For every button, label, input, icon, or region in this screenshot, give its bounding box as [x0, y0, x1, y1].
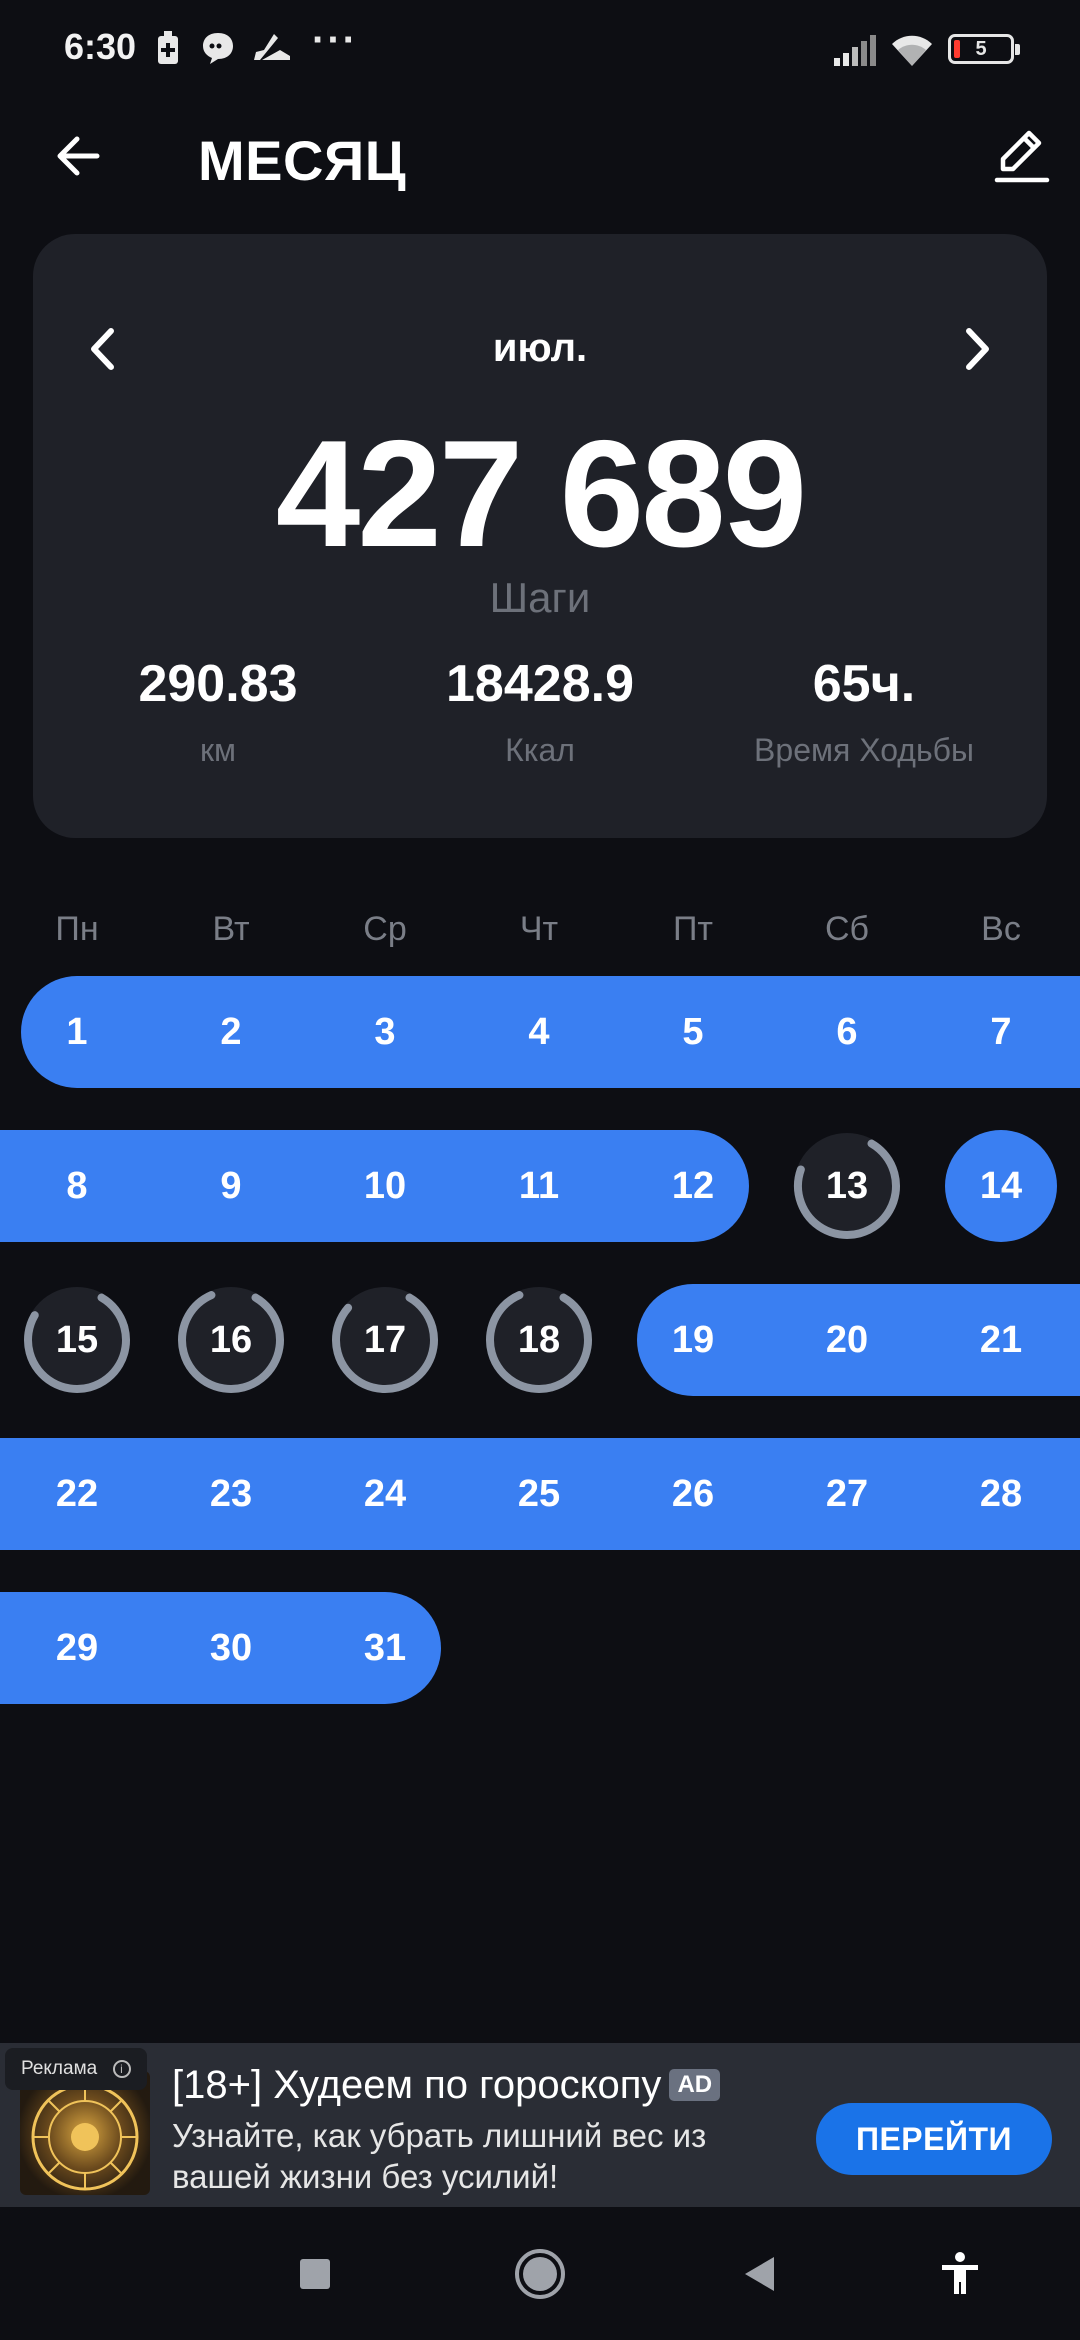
edit-button[interactable] — [984, 118, 1060, 194]
back-triangle-icon — [745, 2257, 774, 2291]
steps-total: 427 689 — [275, 409, 807, 579]
ad-title[interactable]: [18+] Худеем по гороскопу AD — [172, 2063, 721, 2108]
weekday-label: Чт — [519, 910, 559, 948]
home-circle-icon — [515, 2249, 565, 2299]
calendar-day-11[interactable]: 11 — [483, 1130, 595, 1242]
arrow-left-icon — [57, 136, 100, 176]
ad-text: Узнайте, как убрать лишний вес из вашей … — [172, 2117, 707, 2195]
calendar-day-9[interactable]: 9 — [175, 1130, 287, 1242]
calendar-day-22[interactable]: 22 — [21, 1438, 133, 1550]
calories-value: 18428.9 — [446, 655, 634, 713]
ad-tag: Реклама i — [5, 2048, 147, 2090]
distance-value: 290.83 — [138, 655, 298, 713]
calendar-day-8[interactable]: 8 — [21, 1130, 133, 1242]
chat-bubble-icon — [203, 33, 233, 64]
home-button[interactable] — [495, 2229, 585, 2319]
system-nav-bar — [0, 2207, 1080, 2340]
ad-tag-label: Реклама — [21, 2058, 98, 2079]
calendar-day-24[interactable]: 24 — [329, 1438, 441, 1550]
monthly-summary-card: июл. 427 689 Шаги 290.83 км 18428.9 Ккал… — [33, 234, 1047, 838]
calendar-day-12[interactable]: 12 — [637, 1130, 749, 1242]
weekday-label: Ср — [363, 910, 407, 948]
ad-title-text: [18+] Худеем по гороскопу — [172, 2063, 662, 2107]
app-header: МЕСЯЦ — [0, 100, 1080, 220]
next-month-button[interactable] — [941, 314, 1011, 384]
weekday-label: Вс — [981, 910, 1021, 948]
signal-icon — [834, 35, 876, 66]
walking-time-value: 65ч. — [812, 655, 916, 713]
distance-stat: 290.83 км — [53, 658, 383, 769]
calendar-day-15[interactable]: 15 — [21, 1284, 133, 1396]
calendar-day-10[interactable]: 10 — [329, 1130, 441, 1242]
battery-icon: 5 — [948, 34, 1020, 64]
calendar-day-31[interactable]: 31 — [329, 1592, 441, 1704]
distance-label: км — [200, 732, 236, 768]
calendar-day-16[interactable]: 16 — [175, 1284, 287, 1396]
calendar-day-23[interactable]: 23 — [175, 1438, 287, 1550]
calendar-day-6[interactable]: 6 — [791, 976, 903, 1088]
battery-level: 5 — [975, 38, 987, 60]
chevron-right-icon — [966, 328, 989, 370]
calendar-day-21[interactable]: 21 — [945, 1284, 1057, 1396]
steps-label: Шаги — [489, 574, 591, 621]
accessibility-button[interactable] — [915, 2229, 1005, 2319]
calendar-day-3[interactable]: 3 — [329, 976, 441, 1088]
pencil-icon — [994, 130, 1050, 183]
calendar-day-27[interactable]: 27 — [791, 1438, 903, 1550]
walking-time-label: Время Ходьбы — [754, 732, 974, 768]
calendar-day-7[interactable]: 7 — [945, 976, 1057, 1088]
calendar-day-14[interactable]: 14 — [945, 1130, 1057, 1242]
calendar-day-26[interactable]: 26 — [637, 1438, 749, 1550]
calendar-day-28[interactable]: 28 — [945, 1438, 1057, 1550]
status-time: 6:30 — [64, 26, 137, 67]
back-button[interactable] — [40, 118, 116, 194]
weekday-label: Вт — [212, 910, 250, 948]
ad-banner[interactable]: Реклама i [18+] Худеем по гороскопу AD Уз… — [0, 2043, 1080, 2207]
ad-badge: AD — [669, 2069, 721, 2101]
weekday-header: Пн Вт Ср Чт Пт Сб Вс — [0, 910, 1080, 960]
calendar-day-25[interactable]: 25 — [483, 1438, 595, 1550]
weekday-label: Пн — [55, 910, 99, 948]
page-title: МЕСЯЦ — [198, 129, 407, 192]
wifi-icon — [892, 35, 932, 66]
calendar-day-2[interactable]: 2 — [175, 976, 287, 1088]
calendar-day-13[interactable]: 13 — [791, 1130, 903, 1242]
calendar-day-19[interactable]: 19 — [637, 1284, 749, 1396]
walking-time-stat: 65ч. Время Ходьбы — [699, 658, 1029, 769]
accessibility-icon — [942, 2252, 978, 2294]
calendar-day-30[interactable]: 30 — [175, 1592, 287, 1704]
battery-saver-icon — [158, 31, 178, 64]
back-nav-button[interactable] — [715, 2229, 805, 2319]
month-label: июл. — [492, 326, 588, 370]
recents-square-icon — [300, 2259, 330, 2289]
weekday-label: Пт — [672, 910, 713, 948]
calendar-day-5[interactable]: 5 — [637, 976, 749, 1088]
recents-button[interactable] — [270, 2229, 360, 2319]
calories-stat: 18428.9 Ккал — [375, 658, 705, 769]
ad-cta-button[interactable]: ПЕРЕЙТИ — [816, 2103, 1052, 2175]
calendar-day-18[interactable]: 18 — [483, 1284, 595, 1396]
calories-label: Ккал — [505, 732, 575, 768]
calendar-day-4[interactable]: 4 — [483, 976, 595, 1088]
calendar-day-1[interactable]: 1 — [21, 976, 133, 1088]
more-dots-icon: ··· — [312, 18, 358, 62]
calendar-day-20[interactable]: 20 — [791, 1284, 903, 1396]
weekday-label: Сб — [824, 910, 870, 948]
calendar-day-29[interactable]: 29 — [21, 1592, 133, 1704]
info-icon[interactable]: i — [112, 2060, 131, 2078]
calendar-day-17[interactable]: 17 — [329, 1284, 441, 1396]
status-bar: 6:30 ··· 5 — [0, 0, 1080, 100]
shoe-icon — [254, 34, 290, 60]
